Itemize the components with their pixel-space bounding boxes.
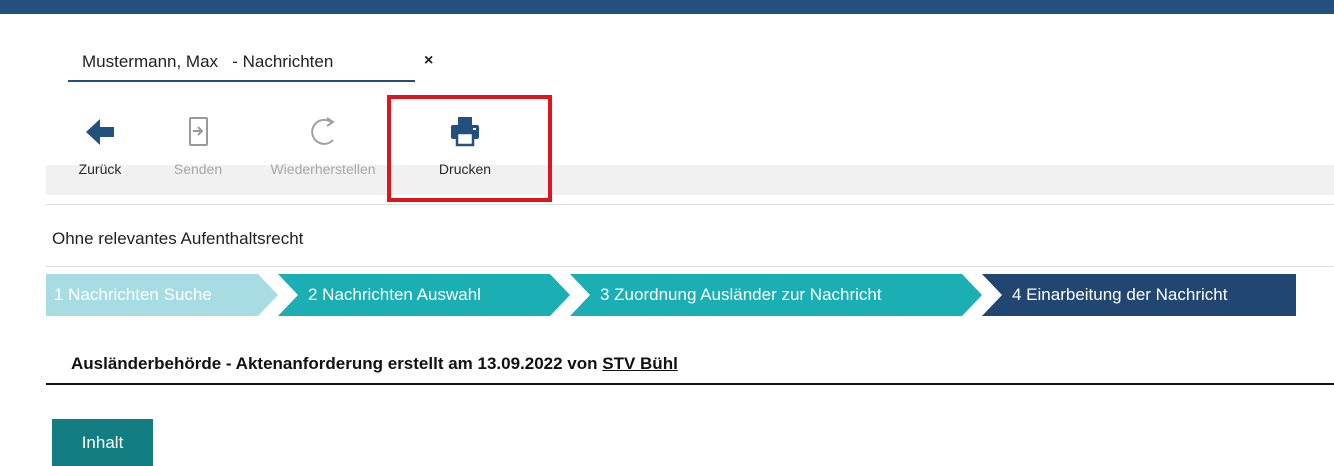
top-banner [0, 0, 1334, 14]
back-button[interactable]: Zurück [70, 112, 130, 184]
tab-close-icon[interactable]: × [424, 52, 433, 70]
toolbar-background [46, 165, 1334, 195]
heading-divider [46, 383, 1334, 385]
send-button[interactable]: Senden [162, 112, 234, 184]
step-4[interactable]: 4 Einarbeitung der Nachricht [982, 274, 1296, 316]
step-2-notch [278, 274, 298, 316]
step-4-label: 4 Einarbeitung der Nachricht [1012, 285, 1228, 304]
send-document-icon [189, 117, 208, 146]
tab-title: Mustermann, Max - Nachrichten [82, 52, 334, 71]
status-text: Ohne relevantes Aufenthaltsrecht [52, 229, 304, 248]
step-3-notch [570, 274, 590, 316]
print-highlight-box [387, 95, 552, 202]
step-3-arrow [962, 274, 982, 316]
inhalt-button[interactable]: Inhalt [52, 419, 153, 466]
step-2-label: 2 Nachrichten Auswahl [308, 285, 481, 304]
arrow-left-icon [86, 119, 114, 145]
step-3-label: 3 Zuordnung Ausländer zur Nachricht [600, 285, 882, 304]
step-1-arrow [258, 274, 278, 316]
step-2[interactable]: 2 Nachrichten Auswahl [278, 274, 570, 316]
step-4-notch [982, 274, 1002, 316]
step-2-arrow [550, 274, 570, 316]
restore-button[interactable]: Wiederherstellen [260, 112, 386, 184]
step-1[interactable]: 1 Nachrichten Suche [46, 274, 278, 316]
tab-nachrichten[interactable]: Mustermann, Max - Nachrichten [68, 44, 415, 82]
step-1-label: 1 Nachrichten Suche [54, 285, 212, 304]
message-heading-text: Ausländerbehörde - Aktenanforderung erst… [71, 354, 603, 373]
refresh-icon [311, 117, 335, 145]
status-panel: Ohne relevantes Aufenthaltsrecht [46, 204, 1334, 267]
message-heading: Ausländerbehörde - Aktenanforderung erst… [71, 354, 678, 374]
sender-link[interactable]: STV Bühl [602, 354, 678, 373]
send-button-label: Senden [173, 161, 223, 177]
back-button-label: Zurück [78, 161, 122, 177]
step-3[interactable]: 3 Zuordnung Ausländer zur Nachricht [570, 274, 982, 316]
restore-button-label: Wiederherstellen [270, 161, 376, 177]
